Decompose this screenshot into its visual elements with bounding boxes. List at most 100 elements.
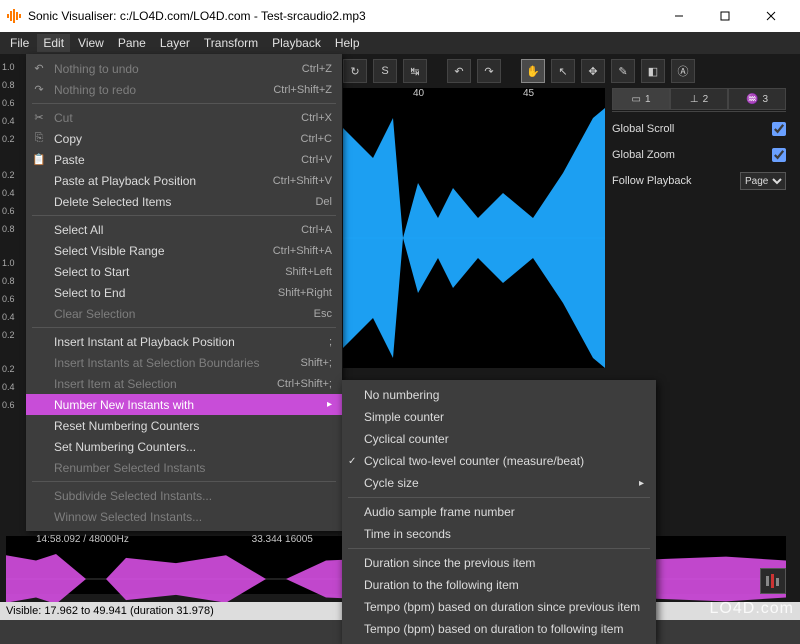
menu-layer[interactable]: Layer	[154, 34, 196, 52]
edit-menu-item[interactable]: Paste at Playback PositionCtrl+Shift+V	[26, 170, 342, 191]
edit-menu-item[interactable]: Select Visible RangeCtrl+Shift+A	[26, 240, 342, 261]
menu-transform[interactable]: Transform	[198, 34, 264, 52]
menu-item-label: Number New Instants with	[54, 398, 194, 412]
menu-item-label: Cut	[54, 111, 73, 125]
menu-item-label: Paste	[54, 153, 85, 167]
menu-item-icon: ↶	[32, 62, 46, 75]
move-tool[interactable]: ✥	[581, 59, 605, 83]
edit-menu-item[interactable]: Number New Instants with▸	[26, 394, 342, 415]
solo-button[interactable]: S	[373, 59, 397, 83]
submenu-item-label: Cyclical two-level counter (measure/beat…	[364, 454, 584, 468]
menu-item-label: Select to Start	[54, 265, 129, 279]
time-tick: 40	[413, 88, 424, 99]
edit-menu-item: Renumber Selected Instants	[26, 457, 342, 478]
menu-edit[interactable]: Edit	[37, 34, 70, 52]
menu-item-shortcut: Esc	[314, 308, 332, 320]
edit-menu-item[interactable]: 📋PasteCtrl+V	[26, 149, 342, 170]
submenu-item-label: Duration to the following item	[364, 578, 519, 592]
menu-help[interactable]: Help	[329, 34, 366, 52]
erase-tool[interactable]: ◧	[641, 59, 665, 83]
navigate-tool[interactable]: ✋	[521, 59, 545, 83]
measure-tool[interactable]: Ⓐ	[671, 59, 695, 83]
submenu-item-label: Time in seconds	[364, 527, 451, 541]
menu-item-label: Nothing to redo	[54, 83, 136, 97]
menu-file[interactable]: File	[4, 34, 35, 52]
waveform-pane[interactable]: 40 45	[343, 88, 605, 368]
submenu-item[interactable]: Duration since the previous item	[342, 552, 656, 574]
title-bar: Sonic Visualiser: c:/LO4D.com/LO4D.com -…	[0, 0, 800, 32]
menu-item-label: Renumber Selected Instants	[54, 461, 205, 475]
submenu-item[interactable]: Cycle size▸	[342, 472, 656, 494]
time-tick: 45	[523, 88, 534, 99]
submenu-item[interactable]: Duration to the following item	[342, 574, 656, 596]
menu-item-label: Select to End	[54, 286, 125, 300]
submenu-item[interactable]: Time in seconds	[342, 523, 656, 545]
edit-menu-item[interactable]: Set Numbering Counters...	[26, 436, 342, 457]
menu-item-icon: ↷	[32, 83, 46, 96]
time-axis: 40 45	[343, 88, 605, 102]
menu-item-label: Select Visible Range	[54, 244, 165, 258]
menu-item-shortcut: Ctrl+Shift+;	[277, 378, 332, 390]
submenu-item[interactable]: ✓Cyclical two-level counter (measure/bea…	[342, 450, 656, 472]
menu-item-label: Reset Numbering Counters	[54, 419, 199, 433]
menu-item-label: Select All	[54, 223, 103, 237]
edit-menu-item: ↶ Nothing to undo Ctrl+Z	[26, 58, 342, 79]
menu-view[interactable]: View	[72, 34, 110, 52]
number-instants-submenu: No numberingSimple counterCyclical count…	[342, 380, 656, 644]
menu-item-label: Insert Item at Selection	[54, 377, 177, 391]
edit-menu-item: Winnow Selected Instants...	[26, 506, 342, 527]
menu-item-shortcut: Ctrl+X	[301, 112, 332, 124]
submenu-item[interactable]: Audio sample frame number	[342, 501, 656, 523]
select-tool[interactable]: ↖	[551, 59, 575, 83]
align-button[interactable]: ↹	[403, 59, 427, 83]
prop-global-scroll-label: Global Scroll	[612, 123, 674, 135]
loop-button[interactable]: ↻	[343, 59, 367, 83]
layer-tab-1[interactable]: ▭ 1	[612, 88, 670, 110]
draw-tool[interactable]: ✎	[611, 59, 635, 83]
watermark: LO4D.com	[710, 600, 794, 618]
undo-button[interactable]: ↶	[447, 59, 471, 83]
submenu-item[interactable]: Cyclical counter	[342, 428, 656, 450]
submenu-item[interactable]: Tempo (bpm) based on duration to followi…	[342, 618, 656, 640]
minimize-button[interactable]	[656, 0, 702, 32]
edit-menu-item[interactable]: Insert Instant at Playback Position;	[26, 331, 342, 352]
menu-item-shortcut: Ctrl+Shift+Z	[273, 84, 332, 96]
maximize-button[interactable]	[702, 0, 748, 32]
edit-menu-dropdown: ↶ Nothing to undo Ctrl+Z ↷ Nothing to redo Ct…	[26, 54, 342, 531]
prop-global-zoom-checkbox[interactable]	[772, 148, 786, 162]
edit-menu-item[interactable]: Select to EndShift+Right	[26, 282, 342, 303]
menu-item-shortcut: Ctrl+A	[301, 224, 332, 236]
redo-button[interactable]: ↷	[477, 59, 501, 83]
prop-follow-playback-select[interactable]: Page	[740, 172, 786, 190]
layer-tab-3[interactable]: ♒ 3	[728, 88, 786, 110]
menu-item-shortcut: Ctrl+Z	[302, 63, 332, 75]
submenu-item-label: Tempo (bpm) based on duration since prev…	[364, 600, 640, 614]
close-button[interactable]	[748, 0, 794, 32]
edit-menu-item: Insert Item at Selection Ctrl+Shift+;	[26, 373, 342, 394]
submenu-item[interactable]: Simple counter	[342, 406, 656, 428]
submenu-item[interactable]: Tempo (bpm) based on duration since prev…	[342, 596, 656, 618]
menu-item-label: Nothing to undo	[54, 62, 139, 76]
menu-item-icon: ✂	[32, 111, 46, 124]
menu-pane[interactable]: Pane	[112, 34, 152, 52]
edit-menu-item: Insert Instants at Selection BoundariesS…	[26, 352, 342, 373]
edit-menu-item[interactable]: Select to StartShift+Left	[26, 261, 342, 282]
edit-menu-item: ✂ Cut Ctrl+X	[26, 107, 342, 128]
submenu-item[interactable]: No numbering	[342, 384, 656, 406]
layer-properties: Global Scroll Global Zoom Follow Playbac…	[612, 116, 786, 194]
edit-menu-item: Subdivide Selected Instants...	[26, 485, 342, 506]
activity-indicator-icon	[760, 568, 786, 594]
menu-item-label: Insert Instant at Playback Position	[54, 335, 235, 349]
menu-item-icon: 📋	[32, 153, 46, 166]
edit-menu-item: ↷ Nothing to redo Ctrl+Shift+Z	[26, 79, 342, 100]
edit-menu-item[interactable]: Delete Selected ItemsDel	[26, 191, 342, 212]
edit-menu-item[interactable]: ⎘CopyCtrl+C	[26, 128, 342, 149]
prop-global-scroll-checkbox[interactable]	[772, 122, 786, 136]
edit-menu-item[interactable]: Select All Ctrl+A	[26, 219, 342, 240]
menu-playback[interactable]: Playback	[266, 34, 327, 52]
menu-item-shortcut: Ctrl+C	[301, 133, 332, 145]
menu-item-label: Copy	[54, 132, 82, 146]
edit-menu-item[interactable]: Reset Numbering Counters	[26, 415, 342, 436]
layer-tab-2[interactable]: ⊥ 2	[670, 88, 728, 110]
prop-global-zoom-label: Global Zoom	[612, 149, 675, 161]
